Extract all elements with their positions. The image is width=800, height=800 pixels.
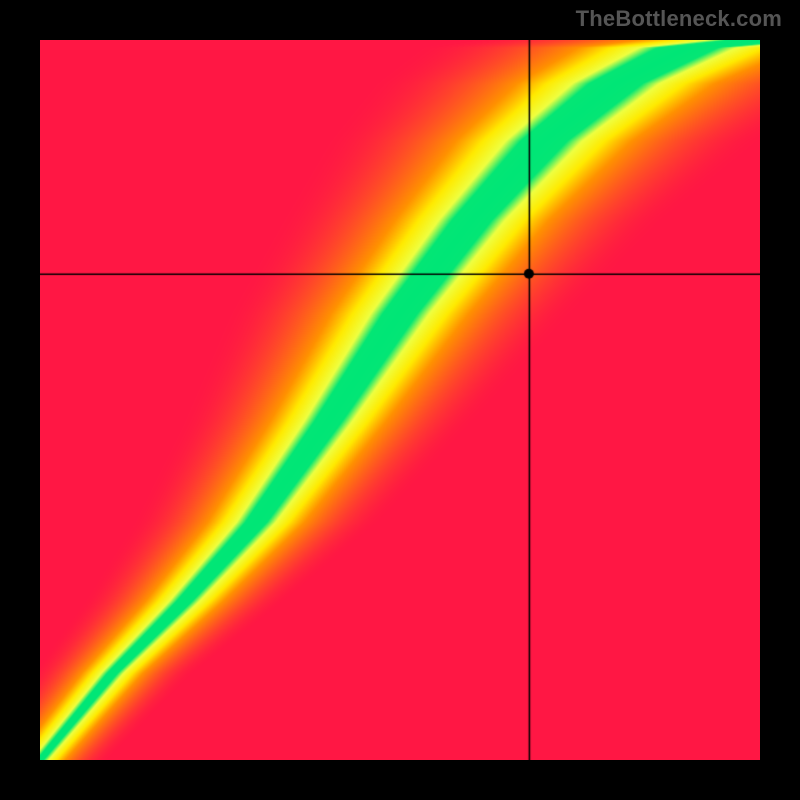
chart-stage: TheBottleneck.com — [0, 0, 800, 800]
crosshair-overlay — [40, 40, 760, 760]
watermark-text: TheBottleneck.com — [576, 6, 782, 32]
